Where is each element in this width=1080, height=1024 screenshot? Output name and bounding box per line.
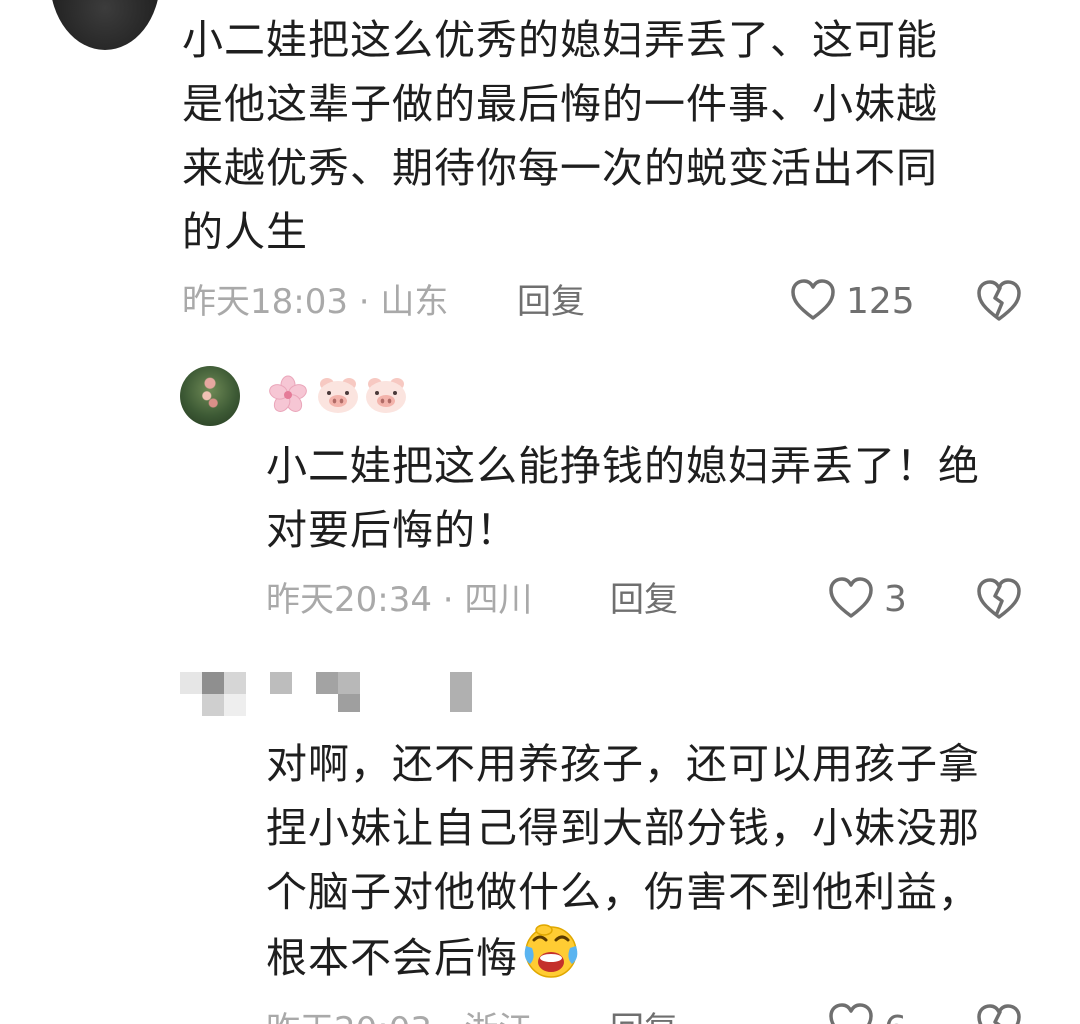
comment-thread: 小二娃把这么优秀的媳妇弄丢了、这可能 是他这辈子做的最后悔的一件事、小妹越 来越…	[0, 0, 1080, 1024]
comment-text-line: 个脑子对他做什么，伤害不到他利益，	[266, 868, 980, 916]
reply-button[interactable]: 回复	[517, 282, 585, 322]
like-count: 125	[846, 281, 915, 322]
pig-face-icon	[364, 375, 408, 415]
like-count: 6	[884, 1010, 907, 1024]
heart-icon[interactable]	[828, 576, 874, 620]
comment-text-line: 对啊，还不用养孩子，还可以用孩子拿	[266, 740, 980, 788]
comment-text-line: 的人生	[182, 208, 308, 256]
broken-heart-icon[interactable]	[976, 279, 1022, 323]
heart-icon[interactable]	[790, 278, 836, 322]
comment-text-line: 来越优秀、期待你每一次的蜕变活出不同	[182, 144, 938, 192]
like-count: 3	[884, 579, 907, 620]
comment-text-line: 小二娃把这么能挣钱的媳妇弄丢了！绝	[266, 442, 980, 490]
crying-laughing-face-icon	[522, 924, 580, 980]
broken-heart-icon[interactable]	[976, 577, 1022, 621]
comment-text: 对啊，还不用养孩子，还可以用孩子拿 捏小妹让自己得到大部分钱，小妹没那 个脑子对…	[266, 732, 980, 990]
pig-face-icon	[316, 375, 360, 415]
comment-text-line: 根本不会后悔	[266, 924, 980, 990]
cherry-blossom-icon	[266, 375, 310, 415]
user-avatar[interactable]	[180, 366, 240, 426]
comment-time-location: 昨天20:03 · 浙江	[266, 1010, 532, 1024]
obscured-user-info	[180, 666, 480, 718]
comment-text: 小二娃把这么能挣钱的媳妇弄丢了！绝 对要后悔的！	[266, 434, 980, 562]
comment-text: 小二娃把这么优秀的媳妇弄丢了、这可能 是他这辈子做的最后悔的一件事、小妹越 来越…	[182, 8, 938, 264]
user-avatar[interactable]	[50, 0, 160, 50]
heart-icon[interactable]	[828, 1002, 874, 1024]
reply-button[interactable]: 回复	[610, 580, 678, 620]
comment-text-line: 是他这辈子做的最后悔的一件事、小妹越	[182, 80, 938, 128]
comment-time-location: 昨天20:34 · 四川	[266, 580, 533, 620]
broken-heart-icon[interactable]	[976, 1003, 1022, 1024]
comment-text-fragment: 根本不会后悔	[266, 934, 518, 982]
comment-text-line: 对要后悔的！	[266, 506, 518, 554]
comment-text-line: 小二娃把这么优秀的媳妇弄丢了、这可能	[182, 16, 938, 64]
comment-text-line: 捏小妹让自己得到大部分钱，小妹没那	[266, 804, 980, 852]
reply-button[interactable]: 回复	[610, 1010, 678, 1024]
comment-time-location: 昨天18:03 · 山东	[182, 282, 449, 322]
